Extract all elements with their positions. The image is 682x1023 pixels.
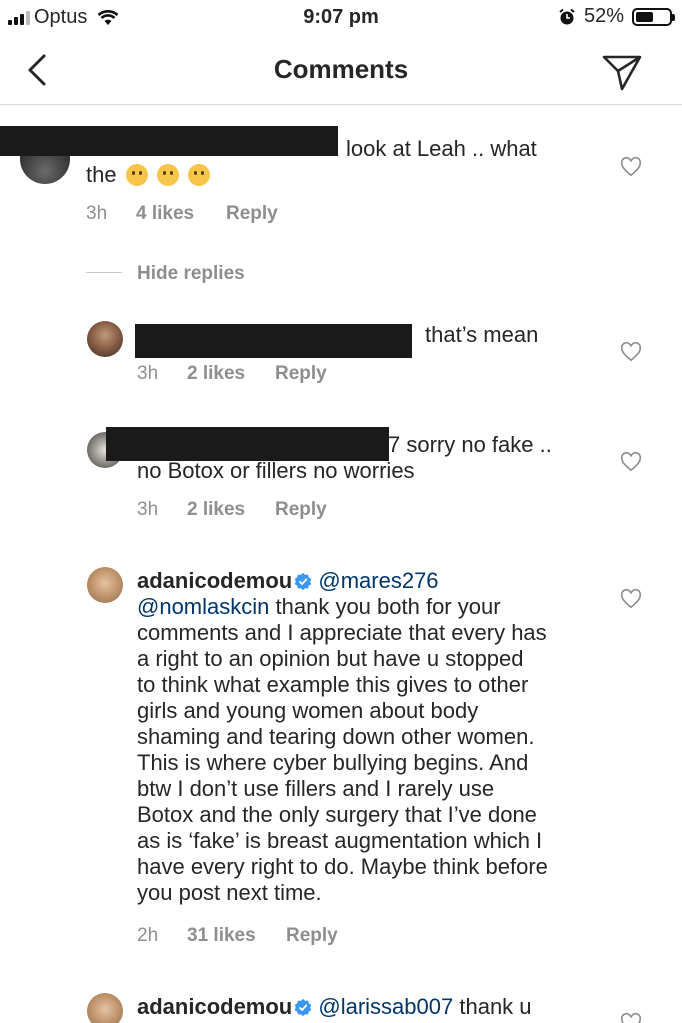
reply-time: 3h	[137, 499, 159, 520]
redacted-username	[106, 427, 389, 461]
page-title: Comments	[273, 54, 409, 84]
likes-count[interactable]: 2 likes	[187, 363, 275, 385]
status-bar: Optus 9:07 pm 52%	[0, 0, 682, 36]
redacted-username	[0, 126, 338, 156]
reply-text: adanicodemou @mares276 @nomlaskcin thank…	[137, 568, 548, 905]
likes-count[interactable]: 4 likes	[136, 203, 226, 225]
battery-percent: 52%	[583, 5, 624, 27]
reply-meta: 2h 31 likes Reply	[137, 925, 338, 947]
reply-time: 3h	[137, 363, 159, 384]
nav-bar: Comments	[0, 36, 682, 105]
reply-text: adanicodemou @larissab007 thank u	[137, 994, 532, 1019]
battery-fill	[636, 11, 653, 22]
reply-button[interactable]: Reply	[275, 363, 327, 385]
mention-link[interactable]: @nomlaskcin	[137, 594, 269, 619]
comment-text: look at Leah .. what	[346, 136, 537, 161]
comment-text-line2: the	[86, 162, 210, 188]
hide-replies-button[interactable]: Hide replies	[137, 263, 245, 285]
heart-icon[interactable]	[620, 451, 642, 473]
comments-screen: Optus 9:07 pm 52% Comments look at Leah …	[0, 0, 682, 1023]
reply-button[interactable]: Reply	[226, 203, 278, 225]
heart-icon[interactable]	[620, 588, 642, 610]
surprised-face-emoji	[187, 164, 210, 186]
thinking-face-emoji	[156, 164, 179, 186]
likes-count[interactable]: 31 likes	[187, 925, 286, 947]
divider-line	[86, 272, 122, 273]
reply-text: 7 sorry no fake ..	[388, 432, 552, 457]
avatar[interactable]	[87, 321, 123, 357]
heart-icon[interactable]	[620, 341, 642, 363]
mention-link[interactable]: @larissab007	[318, 994, 453, 1019]
reply-button[interactable]: Reply	[275, 499, 327, 521]
comment-time: 3h	[86, 203, 108, 224]
reply-meta: 3h 2 likes Reply	[137, 363, 327, 385]
avatar[interactable]	[87, 567, 123, 603]
username[interactable]: adanicodemou	[137, 568, 292, 593]
thinking-face-emoji	[125, 164, 148, 186]
heart-icon[interactable]	[620, 156, 642, 178]
reply-text: that’s mean	[425, 322, 539, 347]
mention-link[interactable]: @mares276	[318, 568, 438, 593]
reply-meta: 3h 2 likes Reply	[137, 499, 327, 521]
verified-badge-icon	[294, 998, 312, 1016]
reply-time: 2h	[137, 925, 159, 946]
hide-replies-label[interactable]: Hide replies	[137, 263, 245, 285]
avatar[interactable]	[87, 993, 123, 1023]
verified-badge-icon	[294, 572, 312, 590]
redacted-username	[135, 324, 412, 358]
battery-icon	[632, 7, 675, 26]
reply-text-line2: no Botox or fillers no worries	[137, 458, 415, 483]
alarm-icon	[559, 8, 575, 24]
comment-meta: 3h 4 likes Reply	[86, 203, 278, 225]
username[interactable]: adanicodemou	[137, 994, 292, 1019]
heart-icon[interactable]	[620, 1012, 642, 1023]
reply-button[interactable]: Reply	[286, 925, 338, 947]
send-direct-icon[interactable]	[600, 49, 644, 93]
likes-count[interactable]: 2 likes	[187, 499, 275, 521]
status-right: 52%	[558, 5, 675, 28]
